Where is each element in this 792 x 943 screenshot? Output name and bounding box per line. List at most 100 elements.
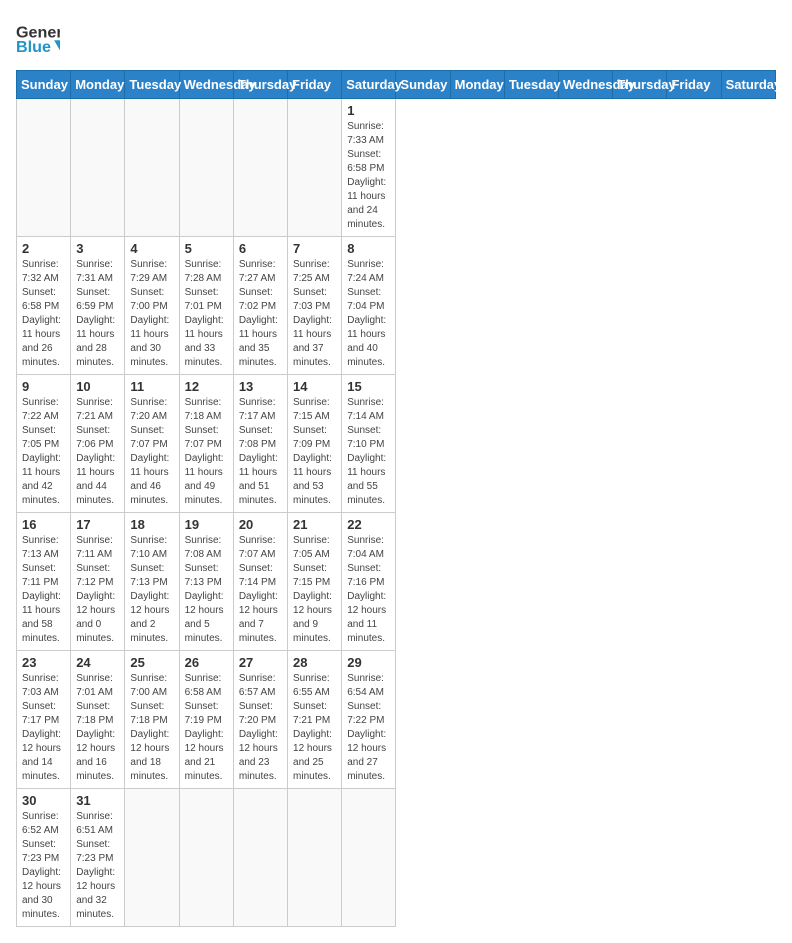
day-info: Sunrise: 6:58 AM Sunset: 7:19 PM Dayligh…	[185, 673, 224, 782]
day-info: Sunrise: 7:11 AM Sunset: 7:12 PM Dayligh…	[76, 535, 115, 644]
calendar-day-cell	[233, 789, 287, 927]
calendar-day-cell: 15Sunrise: 7:14 AM Sunset: 7:10 PM Dayli…	[342, 375, 396, 513]
calendar-day-cell	[125, 99, 179, 237]
day-of-week-header: Friday	[667, 71, 721, 99]
day-info: Sunrise: 6:55 AM Sunset: 7:21 PM Dayligh…	[293, 673, 332, 782]
day-number: 24	[76, 655, 119, 670]
day-info: Sunrise: 6:54 AM Sunset: 7:22 PM Dayligh…	[347, 673, 386, 782]
day-number: 7	[293, 241, 336, 256]
svg-text:Blue: Blue	[16, 38, 51, 56]
day-number: 31	[76, 793, 119, 808]
calendar-day-cell: 30Sunrise: 6:52 AM Sunset: 7:23 PM Dayli…	[17, 789, 71, 927]
calendar-week-row: 30Sunrise: 6:52 AM Sunset: 7:23 PM Dayli…	[17, 789, 776, 927]
calendar-day-cell	[17, 99, 71, 237]
calendar-day-cell: 28 Sunrise: 6:55 AM Sunset: 7:21 PM Dayli…	[288, 651, 342, 789]
calendar-day-cell: 10 Sunrise: 7:21 AM Sunset: 7:06 PM Dayli…	[71, 375, 125, 513]
calendar-day-cell	[233, 99, 287, 237]
day-info: Sunrise: 7:04 AM Sunset: 7:16 PM Dayligh…	[347, 535, 386, 644]
day-of-week-header: Thursday	[233, 71, 287, 99]
calendar-day-cell: 20 Sunrise: 7:07 AM Sunset: 7:14 PM Dayli…	[233, 513, 287, 651]
calendar-day-cell: 21 Sunrise: 7:05 AM Sunset: 7:15 PM Dayli…	[288, 513, 342, 651]
day-number: 23	[22, 655, 65, 670]
day-info: Sunrise: 7:32 AM Sunset: 6:58 PM Dayligh…	[22, 259, 61, 368]
day-number: 28	[293, 655, 336, 670]
calendar-day-cell	[125, 789, 179, 927]
day-of-week-header: Sunday	[17, 71, 71, 99]
day-number: 15	[347, 379, 390, 394]
day-number: 8	[347, 241, 390, 256]
day-number: 26	[185, 655, 228, 670]
day-info: Sunrise: 6:57 AM Sunset: 7:20 PM Dayligh…	[239, 673, 278, 782]
calendar-day-cell	[179, 99, 233, 237]
day-info: Sunrise: 7:25 AM Sunset: 7:03 PM Dayligh…	[293, 259, 332, 368]
day-info: Sunrise: 7:13 AM Sunset: 7:11 PM Dayligh…	[22, 535, 61, 644]
day-number: 2	[22, 241, 65, 256]
day-info: Sunrise: 7:31 AM Sunset: 6:59 PM Dayligh…	[76, 259, 115, 368]
calendar-day-cell: 1Sunrise: 7:33 AM Sunset: 6:58 PM Daylig…	[342, 99, 396, 237]
day-number: 9	[22, 379, 65, 394]
day-number: 10	[76, 379, 119, 394]
day-info: Sunrise: 6:52 AM Sunset: 7:23 PM Dayligh…	[22, 811, 61, 920]
day-info: Sunrise: 7:00 AM Sunset: 7:18 PM Dayligh…	[130, 673, 169, 782]
calendar-day-cell: 24Sunrise: 7:01 AM Sunset: 7:18 PM Dayli…	[71, 651, 125, 789]
day-info: Sunrise: 7:03 AM Sunset: 7:17 PM Dayligh…	[22, 673, 61, 782]
day-number: 6	[239, 241, 282, 256]
day-info: Sunrise: 7:17 AM Sunset: 7:08 PM Dayligh…	[239, 397, 278, 506]
calendar-day-cell: 4 Sunrise: 7:29 AM Sunset: 7:00 PM Daylig…	[125, 237, 179, 375]
calendar-day-cell: 3Sunrise: 7:31 AM Sunset: 6:59 PM Daylig…	[71, 237, 125, 375]
day-info: Sunrise: 7:07 AM Sunset: 7:14 PM Dayligh…	[239, 535, 278, 644]
calendar-day-cell: 29 Sunrise: 6:54 AM Sunset: 7:22 PM Dayli…	[342, 651, 396, 789]
day-number: 16	[22, 517, 65, 532]
day-number: 18	[130, 517, 173, 532]
day-of-week-header: Tuesday	[125, 71, 179, 99]
calendar-day-cell: 31 Sunrise: 6:51 AM Sunset: 7:23 PM Dayli…	[71, 789, 125, 927]
calendar-day-cell: 9Sunrise: 7:22 AM Sunset: 7:05 PM Daylig…	[17, 375, 71, 513]
day-number: 21	[293, 517, 336, 532]
day-info: Sunrise: 7:21 AM Sunset: 7:06 PM Dayligh…	[76, 397, 115, 506]
day-info: Sunrise: 7:27 AM Sunset: 7:02 PM Dayligh…	[239, 259, 278, 368]
calendar-week-row: 2 Sunrise: 7:32 AM Sunset: 6:58 PM Daylig…	[17, 237, 776, 375]
day-number: 27	[239, 655, 282, 670]
day-number: 5	[185, 241, 228, 256]
calendar-day-cell	[288, 99, 342, 237]
day-number: 4	[130, 241, 173, 256]
calendar-day-cell: 22Sunrise: 7:04 AM Sunset: 7:16 PM Dayli…	[342, 513, 396, 651]
day-info: Sunrise: 7:28 AM Sunset: 7:01 PM Dayligh…	[185, 259, 224, 368]
day-number: 25	[130, 655, 173, 670]
day-of-week-header: Friday	[288, 71, 342, 99]
day-info: Sunrise: 7:10 AM Sunset: 7:13 PM Dayligh…	[130, 535, 169, 644]
calendar-day-cell: 25 Sunrise: 7:00 AM Sunset: 7:18 PM Dayli…	[125, 651, 179, 789]
calendar-day-cell: 16 Sunrise: 7:13 AM Sunset: 7:11 PM Dayli…	[17, 513, 71, 651]
day-info: Sunrise: 7:08 AM Sunset: 7:13 PM Dayligh…	[185, 535, 224, 644]
day-info: Sunrise: 6:51 AM Sunset: 7:23 PM Dayligh…	[76, 811, 115, 920]
calendar-week-row: 23 Sunrise: 7:03 AM Sunset: 7:17 PM Dayli…	[17, 651, 776, 789]
calendar-week-row: 1Sunrise: 7:33 AM Sunset: 6:58 PM Daylig…	[17, 99, 776, 237]
day-number: 20	[239, 517, 282, 532]
day-of-week-header: Wednesday	[179, 71, 233, 99]
calendar-day-cell: 6 Sunrise: 7:27 AM Sunset: 7:02 PM Daylig…	[233, 237, 287, 375]
day-number: 17	[76, 517, 119, 532]
calendar-day-cell: 17 Sunrise: 7:11 AM Sunset: 7:12 PM Dayli…	[71, 513, 125, 651]
calendar-header-row: SundayMondayTuesdayWednesdayThursdayFrid…	[17, 71, 776, 99]
calendar-day-cell: 14Sunrise: 7:15 AM Sunset: 7:09 PM Dayli…	[288, 375, 342, 513]
day-of-week-header: Wednesday	[559, 71, 613, 99]
logo: General Blue	[16, 16, 60, 60]
day-of-week-header: Monday	[71, 71, 125, 99]
day-info: Sunrise: 7:05 AM Sunset: 7:15 PM Dayligh…	[293, 535, 332, 644]
calendar-week-row: 16 Sunrise: 7:13 AM Sunset: 7:11 PM Dayli…	[17, 513, 776, 651]
day-of-week-header: Thursday	[613, 71, 667, 99]
day-of-week-header: Monday	[450, 71, 504, 99]
day-info: Sunrise: 7:24 AM Sunset: 7:04 PM Dayligh…	[347, 259, 386, 368]
calendar-day-cell: 19Sunrise: 7:08 AM Sunset: 7:13 PM Dayli…	[179, 513, 233, 651]
day-info: Sunrise: 7:33 AM Sunset: 6:58 PM Dayligh…	[347, 121, 386, 230]
day-of-week-header: Saturday	[342, 71, 396, 99]
day-info: Sunrise: 7:29 AM Sunset: 7:00 PM Dayligh…	[130, 259, 169, 368]
day-info: Sunrise: 7:20 AM Sunset: 7:07 PM Dayligh…	[130, 397, 169, 506]
day-number: 29	[347, 655, 390, 670]
logo-icon: General Blue	[16, 16, 60, 60]
calendar-day-cell: 2 Sunrise: 7:32 AM Sunset: 6:58 PM Daylig…	[17, 237, 71, 375]
day-of-week-header: Tuesday	[504, 71, 558, 99]
calendar-day-cell: 27 Sunrise: 6:57 AM Sunset: 7:20 PM Dayli…	[233, 651, 287, 789]
day-info: Sunrise: 7:15 AM Sunset: 7:09 PM Dayligh…	[293, 397, 332, 506]
calendar-day-cell	[342, 789, 396, 927]
